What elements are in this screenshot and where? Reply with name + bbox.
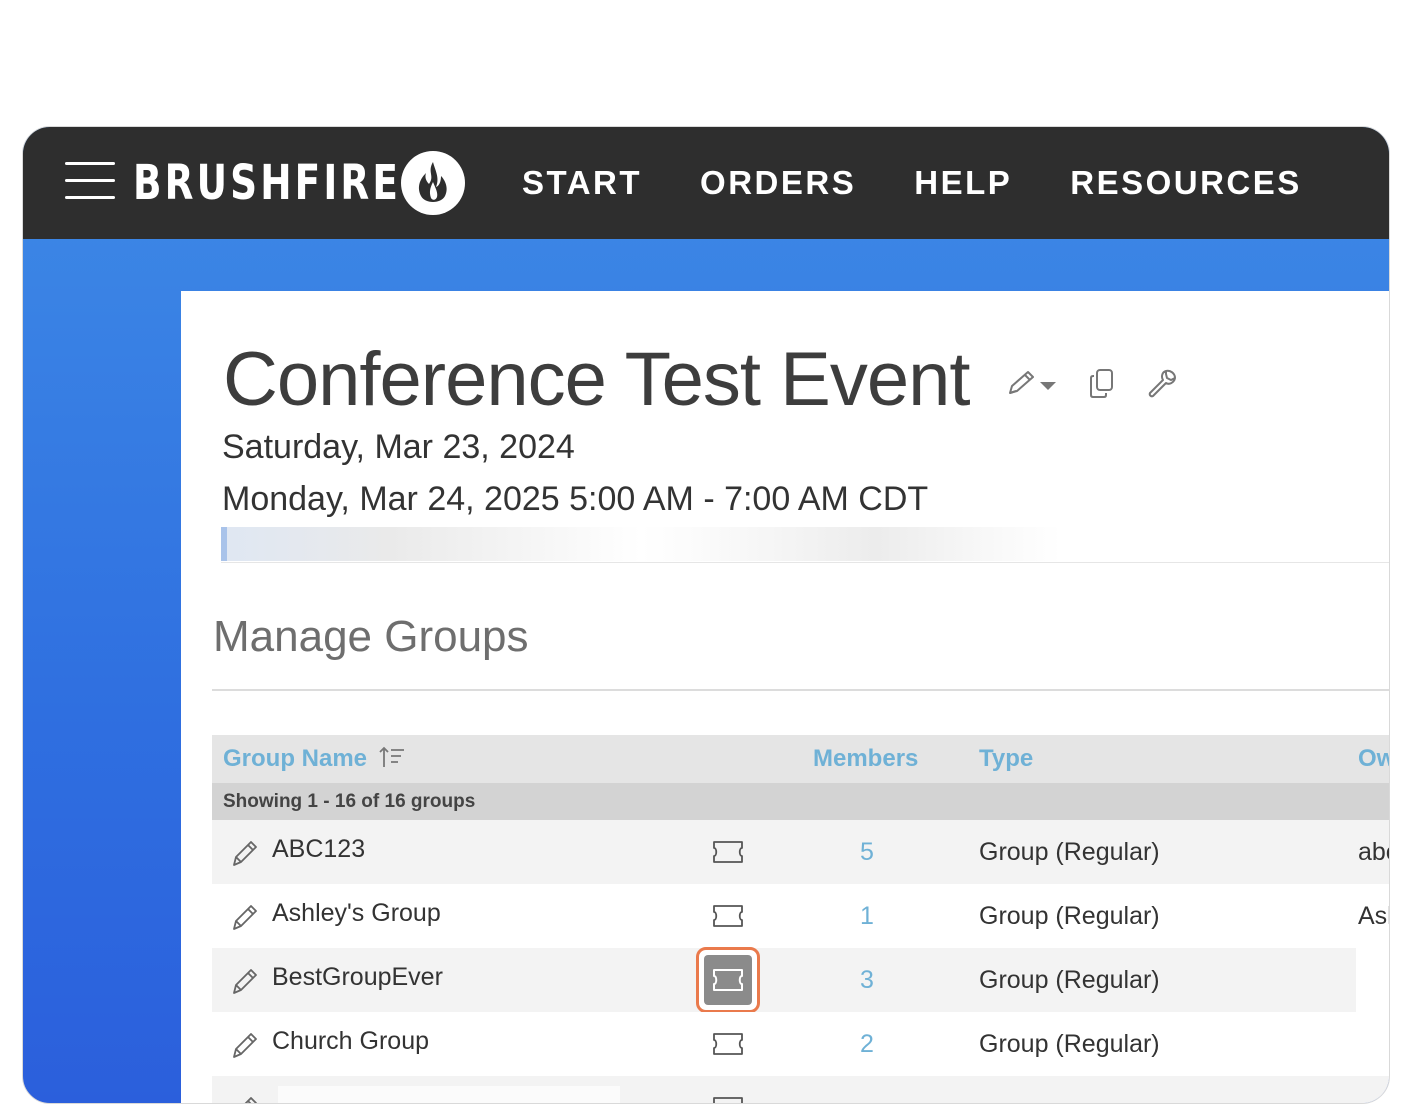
main-nav: START ORDERS HELP RESOURCES — [522, 163, 1302, 203]
group-type: Group (Regular) — [979, 902, 1160, 930]
ticket-icon[interactable] — [711, 839, 745, 865]
pencil-icon[interactable] — [230, 1030, 260, 1060]
redacted-group-name — [278, 1086, 620, 1103]
members-count[interactable]: 2 — [858, 1012, 876, 1076]
page-title: Conference Test Event — [223, 337, 970, 422]
title-actions — [1004, 368, 1178, 400]
pencil-icon[interactable] — [230, 966, 260, 996]
flame-logo-icon[interactable] — [401, 151, 465, 215]
wrench-icon[interactable] — [1146, 368, 1178, 400]
column-members[interactable]: Members — [813, 735, 918, 783]
column-owner[interactable]: Ow — [1358, 735, 1389, 783]
section-divider — [212, 689, 1389, 691]
results-count: Showing 1 - 16 of 16 groups — [212, 783, 1389, 820]
table-row — [212, 1076, 1389, 1104]
event-start-date: Saturday, Mar 23, 2024 — [222, 428, 575, 466]
group-name: BestGroupEver — [272, 963, 443, 991]
sort-ascending-icon — [379, 746, 404, 767]
pencil-dropdown-icon[interactable] — [1004, 369, 1058, 399]
brand-wordmark[interactable]: BRUSHFIRE — [133, 153, 401, 213]
group-name: Church Group — [272, 1027, 430, 1055]
group-type: Group (Regular) — [979, 966, 1160, 994]
table-row: ABC123 5 Group (Regular) abc — [212, 820, 1389, 884]
owner-cell-empty — [1356, 948, 1389, 1012]
ticket-icon — [704, 955, 752, 1005]
group-name: Ashley's Group — [272, 899, 441, 927]
group-owner: abc — [1358, 838, 1389, 866]
event-schedule: Monday, Mar 24, 2025 5:00 AM - 7:00 AM C… — [222, 480, 929, 518]
pencil-icon[interactable] — [230, 902, 260, 932]
hamburger-menu-icon[interactable] — [65, 160, 115, 202]
table-row: Ashley's Group 1 Group (Regular) Ash — [212, 884, 1389, 948]
ticket-icon[interactable] — [711, 1031, 745, 1057]
app-window: BRUSHFIRE START ORDERS HELP RESOURCES Co… — [22, 126, 1390, 1104]
group-owner: Ash — [1358, 902, 1389, 930]
event-header: Conference Test Event — [223, 335, 1178, 425]
pencil-icon[interactable] — [230, 1094, 260, 1104]
table-header: Group Name Members Type Ow — [212, 735, 1389, 783]
column-group-name-label: Group Name — [223, 745, 368, 772]
group-type: Group (Regular) — [979, 838, 1160, 866]
members-count[interactable]: 3 — [858, 948, 876, 1012]
divider — [221, 562, 1389, 563]
nav-resources[interactable]: RESOURCES — [1070, 163, 1302, 203]
column-type[interactable]: Type — [979, 735, 1033, 783]
nav-start[interactable]: START — [522, 163, 642, 203]
section-title: Manage Groups — [213, 612, 529, 661]
ticket-button-highlighted[interactable] — [696, 947, 760, 1013]
content-panel: Conference Test Event Saturday, Mar 23, … — [181, 291, 1389, 1104]
ticket-icon[interactable] — [711, 1095, 745, 1104]
redacted-tabs-strip — [221, 527, 1061, 561]
ticket-icon[interactable] — [711, 903, 745, 929]
copy-icon[interactable] — [1088, 368, 1116, 400]
pencil-icon[interactable] — [230, 838, 260, 868]
nav-orders[interactable]: ORDERS — [700, 163, 856, 203]
top-navigation-bar: BRUSHFIRE START ORDERS HELP RESOURCES — [23, 127, 1389, 239]
group-type: Group (Regular) — [979, 1030, 1160, 1058]
column-group-name[interactable]: Group Name — [223, 735, 406, 783]
group-name: ABC123 — [272, 835, 366, 863]
table-row: Church Group 2 Group (Regular) — [212, 1012, 1389, 1076]
nav-help[interactable]: HELP — [914, 163, 1012, 203]
groups-table: Group Name Members Type Ow Showing 1 - 1… — [212, 735, 1389, 1104]
members-count[interactable]: 1 — [858, 884, 876, 948]
table-row: BestGroupEver 3 Group (Regular) — [212, 947, 1389, 1013]
members-count[interactable]: 5 — [858, 820, 876, 884]
